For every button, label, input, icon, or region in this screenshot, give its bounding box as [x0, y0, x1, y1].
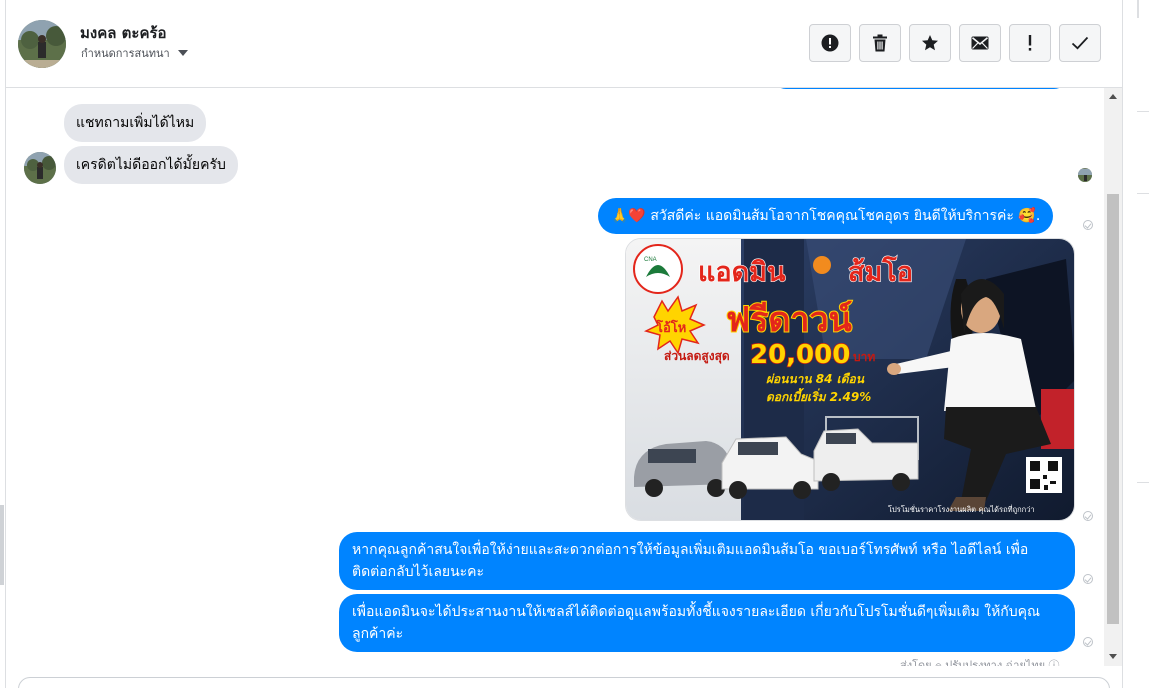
panel-divider — [1137, 482, 1149, 483]
contact-avatar[interactable] — [18, 20, 66, 68]
promo-discount-label: ส่วนลดสูงสุด — [664, 349, 730, 364]
seen-by-avatar — [1078, 168, 1092, 182]
conversation-label-text: กำหนดการสนทนา — [81, 47, 170, 60]
message-thread[interactable]: แชทถามเพิ่มได้ไหม เครดิตไม่ดีออกได้มั้ยค… — [6, 88, 1104, 666]
thread-scrollbar[interactable] — [1104, 88, 1122, 666]
scroll-up-arrow-icon[interactable] — [1109, 94, 1117, 99]
sent-status-icon — [1083, 637, 1093, 647]
promo-footer: โปรโมชั่นราคาโรงงานผลิต คุณได้รถที่ถูกกว… — [888, 504, 1035, 514]
message-composer[interactable] — [18, 677, 1110, 688]
promo-discount-unit: บาท — [853, 350, 875, 364]
conversation-header: มงคล ตะคร้อ กำหนดการสนทนา — [6, 0, 1122, 88]
scroll-down-arrow-icon[interactable] — [1109, 654, 1117, 659]
contact-avatar-small — [24, 152, 56, 184]
logo-text: CNA — [644, 257, 657, 263]
brand-logo: CNA — [633, 244, 683, 294]
previous-message-bubble — [772, 88, 1068, 89]
panel-divider — [1137, 193, 1149, 194]
promo-interest: ดอกเบี้ยเริ่ม 2.49% — [766, 388, 871, 404]
envelope-icon — [971, 36, 989, 50]
scrollbar-thumb[interactable] — [1107, 194, 1119, 624]
qr-code — [1026, 457, 1062, 493]
outgoing-message[interactable]: หากคุณลูกค้าสนใจเพื่อให้ง่ายและสะดวกต่อก… — [339, 532, 1075, 590]
promo-installment: ผ่อนนาน 84 เดือน — [766, 372, 865, 386]
exclamation-icon — [1028, 35, 1032, 51]
check-icon — [1071, 36, 1089, 50]
incoming-message[interactable]: เครดิตไม่ดีออกได้มั้ยครับ — [64, 146, 238, 184]
sent-status-icon — [1083, 220, 1093, 230]
sent-status-icon — [1083, 511, 1093, 521]
promo-headline: ฟรีดาวน์ — [726, 300, 852, 340]
incoming-message[interactable]: แชทถามเพิ่มได้ไหม — [64, 104, 207, 142]
panel-divider — [1137, 111, 1149, 112]
conversation-actions — [809, 24, 1101, 62]
trash-icon — [873, 34, 887, 52]
chevron-down-icon — [177, 50, 188, 56]
left-panel-scroll-mark — [0, 505, 4, 585]
promo-title-line2: ส้มโอ — [848, 255, 913, 288]
star-button[interactable] — [909, 24, 951, 62]
mark-spam-button[interactable] — [809, 24, 851, 62]
star-icon — [922, 35, 938, 51]
outgoing-message[interactable]: เพื่อแอดมินจะได้ประสานงานให้เซลส์ได้ติดต… — [339, 594, 1075, 652]
promo-tag: โอ้โห — [655, 319, 686, 336]
contact-name[interactable]: มงคล ตะคร้อ — [80, 21, 167, 45]
customer-info-panel-edge — [1122, 0, 1149, 688]
promo-image-attachment[interactable]: CNA แอดมิน ส้มโอ โอ้โห ฟรีดาวน์ ส่วนลดสู… — [625, 238, 1075, 521]
promo-title-line1: แอดมิน — [698, 257, 786, 288]
sent-status-icon — [1083, 574, 1093, 584]
mark-unread-button[interactable] — [959, 24, 1001, 62]
delete-button[interactable] — [859, 24, 901, 62]
panel-divider — [1137, 0, 1139, 18]
outgoing-message[interactable]: 🙏❤️ สวัสดีค่ะ แอดมินส้มโอจากโชคคุณโชคอุด… — [598, 198, 1054, 234]
promo-discount-value: 20,000 — [750, 340, 850, 370]
delivery-note: ส่งโดย ๏ ปรับปรุงทาง ฉ่ายไทย ⓘ — [900, 659, 1060, 666]
conversation-label-dropdown[interactable]: กำหนดการสนทนา — [81, 44, 188, 62]
mark-done-button[interactable] — [1059, 24, 1101, 62]
alert-circle-icon — [821, 34, 839, 52]
follow-up-button[interactable] — [1009, 24, 1051, 62]
